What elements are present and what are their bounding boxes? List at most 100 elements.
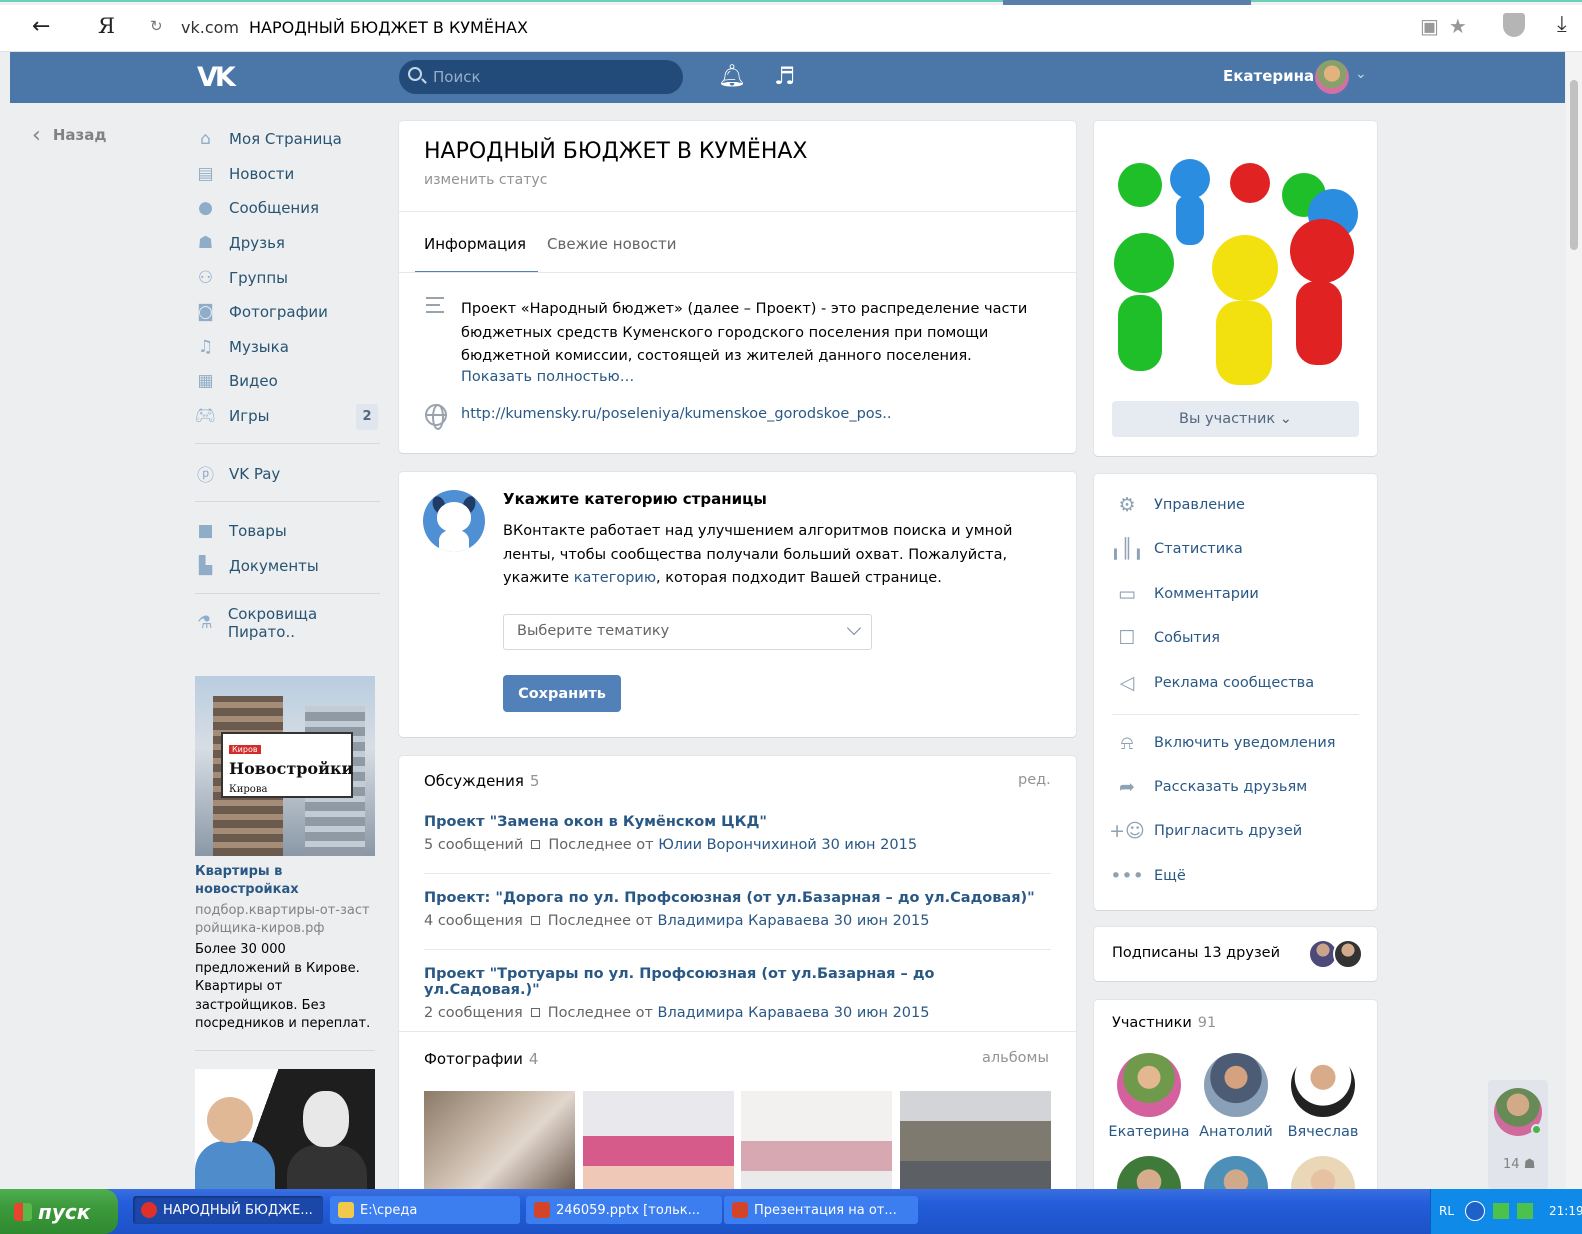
menu-item-notifications[interactable]: ⍾ Включить уведомления <box>1115 731 1336 755</box>
menu-item-share[interactable]: ➦ Рассказать друзьям <box>1115 775 1307 799</box>
sidebar-item-documents[interactable]: ▙ Документы <box>195 549 380 584</box>
clock[interactable]: 21:19 <box>1549 1204 1582 1218</box>
active-tab-indicator[interactable] <box>1003 0 1251 5</box>
back-link[interactable]: ‹ Назад <box>32 123 106 148</box>
ad-image-second[interactable] <box>195 1069 375 1194</box>
ad-image-new-buildings[interactable]: Киров Новостройки Кирова <box>195 676 375 856</box>
topic-title[interactable]: Проект "Тротуары по ул. Профсоюзная (от … <box>424 966 1054 998</box>
discussions-edit-link[interactable]: ред. <box>1018 772 1051 788</box>
topic-title[interactable]: Проект "Замена окон в Кумёнском ЦКД" <box>424 814 1054 830</box>
start-button[interactable]: пуск <box>0 1189 118 1234</box>
sidebar-item-photos[interactable]: ◙ Фотографии <box>195 295 380 330</box>
photo-thumbnail[interactable] <box>424 1091 575 1191</box>
music-icon[interactable]: ♬ <box>774 62 796 90</box>
download-icon[interactable]: ⤓ <box>1557 12 1567 37</box>
discussions-header[interactable]: Обсуждения 5 <box>424 772 539 790</box>
ad-title[interactable]: Квартиры в новостройках <box>195 863 375 899</box>
photo-thumbnail[interactable] <box>583 1091 734 1191</box>
member-status-button[interactable]: Вы участник ⌄ <box>1112 401 1359 437</box>
shield-icon[interactable] <box>1503 13 1525 37</box>
topic-title[interactable]: Проект: "Дорога по ул. Профсоюзная (от у… <box>424 890 1054 906</box>
category-link[interactable]: категорию <box>574 570 656 586</box>
groups-icon: ⚇ <box>197 267 214 288</box>
menu-item-manage[interactable]: ⚙ Управление <box>1115 493 1245 517</box>
scrollbar-thumb[interactable] <box>1570 80 1578 250</box>
reload-icon[interactable]: ↻ <box>150 17 163 35</box>
save-button[interactable]: Сохранить <box>503 675 621 712</box>
chevron-down-icon[interactable]: ⌄ <box>1355 66 1367 82</box>
header-user-name[interactable]: Екатерина <box>1223 67 1314 85</box>
menu-item-comments[interactable]: ▭ Комментарии <box>1115 582 1259 606</box>
tab-fresh-news[interactable]: Свежие новости <box>547 235 677 253</box>
menu-item-events[interactable]: ☐ События <box>1115 626 1220 650</box>
website-link[interactable]: http://kumensky.ru/poseleniya/kumenskoe_… <box>461 406 891 422</box>
network-icon[interactable] <box>1493 1203 1509 1219</box>
browser-back-icon[interactable]: ← <box>32 14 50 39</box>
bell-icon[interactable]: 🔔︎ <box>718 64 746 89</box>
member-name[interactable]: Вячеслав <box>1278 1124 1368 1140</box>
sidebar-item-app[interactable]: ⚗ Сокровища Пирато.. <box>195 605 380 641</box>
member-avatar[interactable] <box>1204 1053 1268 1117</box>
language-indicator[interactable]: RL <box>1439 1204 1454 1218</box>
sidebar-divider <box>195 500 380 502</box>
sidebar-item-goods[interactable]: ■ Товары <box>195 514 380 549</box>
sidebar-item-label: Музыка <box>229 337 289 356</box>
topic-last-author[interactable]: Владимира Караваева 30 июн 2015 <box>658 913 930 929</box>
member-avatar[interactable] <box>1291 1053 1355 1117</box>
lock-icon[interactable]: ▣ <box>1420 14 1449 38</box>
news-icon: ▤ <box>197 163 214 184</box>
photos-header[interactable]: Фотографии 4 <box>424 1050 538 1068</box>
friend-avatar[interactable] <box>1333 939 1363 969</box>
vk-logo[interactable]: VK <box>197 62 236 93</box>
tab-information[interactable]: Информация <box>424 235 526 253</box>
sidebar-item-groups[interactable]: ⚇ Группы <box>195 260 380 295</box>
member-name[interactable]: Екатерина <box>1104 1124 1194 1140</box>
topic-last-author[interactable]: Юлии Ворончихиной 30 июн 2015 <box>658 837 917 853</box>
menu-item-ads[interactable]: ◁ Реклама сообщества <box>1115 671 1314 695</box>
photo-thumbnail[interactable] <box>900 1091 1051 1191</box>
header-avatar[interactable] <box>1315 60 1349 94</box>
address-bar-icons[interactable]: ▣★ <box>1420 14 1477 38</box>
star-icon[interactable]: ★ <box>1449 14 1477 38</box>
search-input[interactable]: Поиск <box>399 60 683 94</box>
photo-thumbnail[interactable] <box>741 1091 892 1191</box>
sidebar-item-label: Друзья <box>229 234 285 253</box>
topic-select[interactable]: Выберите тематику <box>503 614 872 650</box>
sidebar-item-games[interactable]: 🎮︎ Игры 2 <box>195 399 380 434</box>
members-header[interactable]: Участники 91 <box>1112 1015 1216 1031</box>
taskbar-button-browser[interactable]: НАРОДНЫЙ БЮДЖЕ... <box>133 1196 323 1224</box>
topic-last-author[interactable]: Владимира Караваева 30 июн 2015 <box>658 1005 930 1021</box>
share-icon: ➦ <box>1119 776 1135 798</box>
sidebar-item-news[interactable]: ▤ Новости <box>195 157 380 192</box>
sidebar-item-music[interactable]: ♫ Музыка <box>195 330 380 365</box>
chat-count[interactable]: 14 ☗ <box>1503 1157 1535 1172</box>
flask-icon: ⚗ <box>197 613 213 634</box>
sidebar-item-vkpay[interactable]: ⓟ VK Pay <box>195 456 380 491</box>
menu-item-more[interactable]: ••• Ещё <box>1110 864 1186 888</box>
albums-link[interactable]: альбомы <box>982 1050 1049 1066</box>
photos-count: 4 <box>528 1050 539 1068</box>
address-bar[interactable]: ↻ vk.com НАРОДНЫЙ БЮДЖЕТ В КУМЁНАХ <box>138 10 1528 44</box>
taskbar-button-folder[interactable]: E:\среда <box>330 1196 520 1224</box>
show-more-link[interactable]: Показать полностью… <box>461 369 634 385</box>
taskbar-button-presentation[interactable]: Презентация на от... <box>724 1196 918 1224</box>
tray-arrow-icon[interactable] <box>1465 1201 1485 1221</box>
topic-count: 4 сообщения <box>424 913 523 929</box>
taskbar-button-pptx[interactable]: 246059.pptx [тольк... <box>526 1196 722 1224</box>
group-avatar-image[interactable] <box>1112 155 1359 385</box>
menu-item-invite[interactable]: +☺ Пригласить друзей <box>1109 819 1302 843</box>
sidebar-item-friends[interactable]: ☗ Друзья <box>195 226 380 261</box>
ad-domain[interactable]: подбор.квартиры-от-застройщика-киров.рф <box>195 902 375 938</box>
yandex-logo-icon[interactable]: Я <box>98 14 115 38</box>
change-status-link[interactable]: изменить статус <box>424 172 547 188</box>
menu-item-stats[interactable]: ╻║╻ Статистика <box>1110 537 1243 561</box>
member-avatar[interactable] <box>1117 1053 1181 1117</box>
member-name[interactable]: Анатолий <box>1191 1124 1281 1140</box>
sidebar-item-messages[interactable]: ● Сообщения <box>195 191 380 226</box>
sidebar-item-my-page[interactable]: ⌂ Моя Страница <box>195 122 380 157</box>
network-icon[interactable] <box>1517 1203 1533 1219</box>
friends-subscribed-text[interactable]: Подписаны 13 друзей <box>1112 945 1280 961</box>
browser-tab-strip <box>0 0 1582 5</box>
sidebar-item-video[interactable]: ▦ Видео <box>195 364 380 399</box>
topic-select-placeholder: Выберите тематику <box>517 623 670 639</box>
